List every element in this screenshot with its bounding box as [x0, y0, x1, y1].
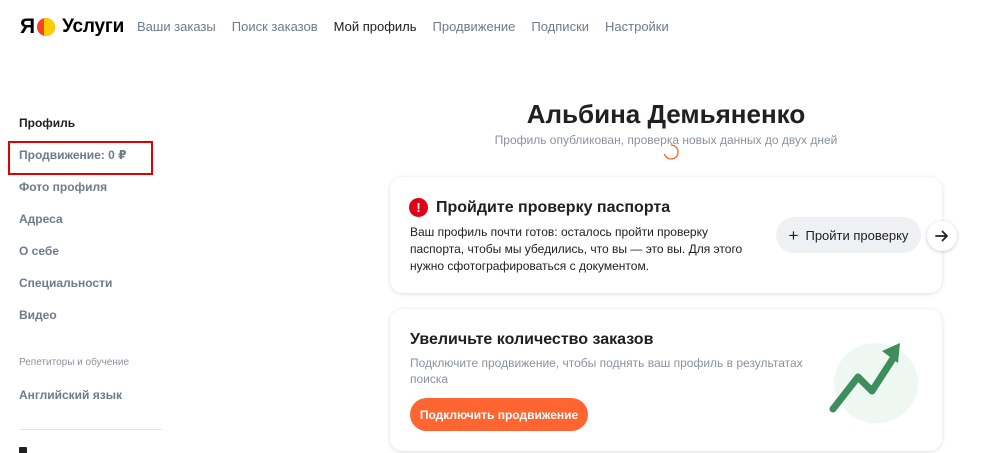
passport-card-description: Ваш профиль почти готов: осталось пройти… — [410, 225, 743, 273]
start-verification-label: Пройти проверку — [805, 227, 909, 243]
spinner-icon — [663, 144, 679, 160]
nav-promotion[interactable]: Продвижение — [433, 18, 516, 36]
header: Я Услуги Ваши заказы Поиск заказов Мой п… — [0, 0, 994, 54]
logo-text: Услуги — [62, 16, 125, 37]
sidebar-item-about[interactable]: О себе — [19, 243, 59, 259]
promotion-card: Увеличьте количество заказов Подключите … — [390, 309, 942, 451]
logo-dot-icon — [37, 18, 56, 36]
warning-symbol: ! — [416, 200, 421, 215]
logo-letter: Я — [20, 15, 36, 38]
sidebar-item-english[interactable]: Английский язык — [19, 387, 122, 403]
main-nav: Ваши заказы Поиск заказов Мой профиль Пр… — [137, 18, 685, 36]
exclamation-circle-icon: ! — [409, 198, 428, 217]
yandex-services-logo[interactable]: Я Услуги — [20, 14, 124, 40]
highlight-annotation-box — [8, 141, 153, 175]
next-card-button[interactable] — [927, 221, 957, 251]
sidebar-item-addresses[interactable]: Адреса — [19, 211, 63, 227]
sidebar-item-photo[interactable]: Фото профиля — [19, 179, 107, 195]
sidebar-item-specialties[interactable]: Специальности — [19, 275, 112, 291]
sidebar-group-label: Репетиторы и обучение — [19, 357, 130, 368]
nav-settings[interactable]: Настройки — [605, 18, 669, 36]
passport-card-title: Пройдите проверку паспорта — [436, 199, 671, 216]
enable-promotion-button[interactable]: Подключить продвижение — [410, 398, 588, 431]
nav-subscriptions[interactable]: Подписки — [531, 18, 589, 36]
nav-search-orders[interactable]: Поиск заказов — [232, 18, 318, 36]
sidebar-divider — [19, 429, 162, 430]
nav-my-profile[interactable]: Мой профиль — [334, 18, 417, 36]
passport-verification-card: ! Пройдите проверку паспорта Ваш профиль… — [390, 177, 942, 293]
sidebar-item-video[interactable]: Видео — [19, 307, 57, 323]
promotion-card-description: Подключите продвижение, чтобы поднять ва… — [410, 356, 803, 386]
growth-chart-icon — [829, 343, 918, 423]
plus-icon: + — [788, 225, 799, 245]
nav-your-orders[interactable]: Ваши заказы — [137, 18, 216, 36]
sidebar-item-profile[interactable]: Профиль — [19, 115, 75, 131]
start-verification-button[interactable]: + Пройти проверку — [776, 217, 921, 253]
promotion-card-title: Увеличьте количество заказов — [410, 331, 654, 348]
sidebar-item-cutoff — [19, 447, 27, 453]
arrow-right-icon — [935, 230, 948, 242]
profile-name: Альбина Демьяненко — [526, 99, 806, 129]
